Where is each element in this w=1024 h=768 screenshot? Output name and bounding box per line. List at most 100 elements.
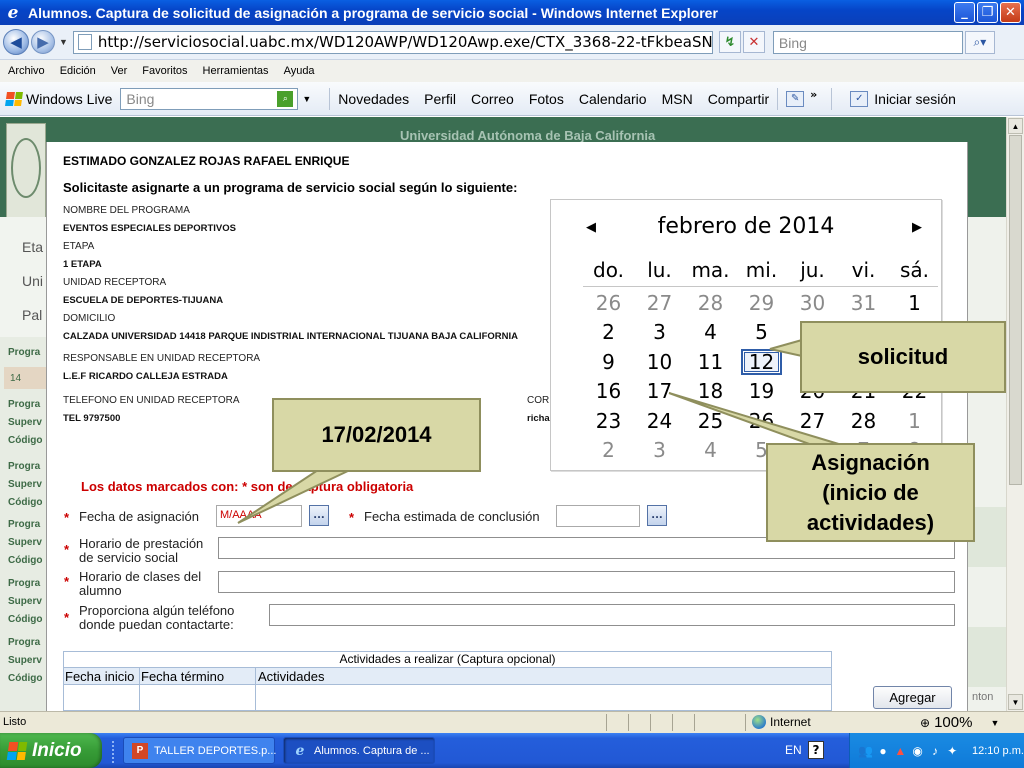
search-input[interactable]: Bing	[772, 30, 963, 54]
calendar-day-selected[interactable]: 12	[741, 349, 782, 375]
next-month-icon[interactable]: ▶	[909, 218, 925, 236]
live-search-input[interactable]: Bing ⌕	[120, 87, 299, 110]
conclusion-date-input[interactable]	[556, 505, 640, 527]
program-name-label: NOMBRE DEL PROGRAMA	[63, 205, 190, 216]
restore-button[interactable]: ❐	[977, 2, 998, 23]
calendar-day[interactable]: 29	[736, 288, 787, 318]
live-search-dropdown-icon[interactable]: ▼	[302, 94, 311, 104]
calendar-day[interactable]: 30	[787, 288, 838, 318]
menu-archivo[interactable]: Archivo	[8, 65, 45, 77]
calendar-day[interactable]: 4	[685, 318, 736, 348]
back-button[interactable]: ◀	[3, 29, 29, 55]
calendar-day[interactable]: 18	[685, 377, 736, 407]
calendar-day[interactable]: 10	[634, 347, 685, 377]
calendar-day[interactable]: 26	[583, 288, 634, 318]
calendar-day[interactable]: 5	[736, 318, 787, 348]
scroll-down-icon[interactable]: ▼	[1008, 694, 1023, 710]
start-button[interactable]: Inicio	[0, 733, 102, 768]
security-alert-icon[interactable]: ▲	[893, 743, 908, 759]
link-correo[interactable]: Correo	[471, 91, 514, 107]
calendar-day[interactable]: 27	[634, 288, 685, 318]
antivirus-icon[interactable]: ◉	[910, 743, 925, 759]
share-icon[interactable]: ✎	[786, 90, 805, 107]
live-search-go-icon[interactable]: ⌕	[277, 90, 294, 107]
assignment-date-picker-button[interactable]: ...	[309, 505, 329, 526]
history-dropdown-icon[interactable]: ▼	[59, 37, 68, 47]
more-chevron-icon[interactable]: »	[810, 88, 817, 101]
calendar-day[interactable]: 27	[787, 406, 838, 436]
calendar-day[interactable]: 3	[634, 318, 685, 348]
taskbar-item-powerpoint[interactable]: P TALLER DEPORTES.p...	[123, 737, 276, 764]
calendar-day[interactable]: 19	[736, 377, 787, 407]
calendar-day[interactable]: 26	[736, 406, 787, 436]
close-button[interactable]: ✕	[1000, 2, 1021, 23]
list-item: Superv	[8, 655, 42, 666]
vertical-scrollbar[interactable]: ▲ ▼	[1006, 117, 1024, 711]
scroll-thumb[interactable]	[1009, 135, 1022, 485]
assignment-date-input[interactable]: M/AAAA	[216, 505, 302, 527]
volume-icon[interactable]: ♪	[927, 743, 942, 759]
updates-icon[interactable]: ✦	[945, 743, 960, 759]
calendar-day[interactable]: 17	[634, 377, 685, 407]
forward-button[interactable]: ▶	[31, 30, 55, 54]
scroll-up-icon[interactable]: ▲	[1008, 118, 1023, 134]
calendar-day[interactable]: 1	[889, 406, 940, 436]
asignacion-callout-line: actividades)	[806, 509, 935, 535]
link-fotos[interactable]: Fotos	[529, 91, 564, 107]
calendar-day[interactable]: 28	[838, 406, 889, 436]
calendar-day[interactable]: 24	[634, 406, 685, 436]
menu-herramientas[interactable]: Herramientas	[203, 65, 269, 77]
link-calendario[interactable]: Calendario	[579, 91, 647, 107]
calendar-day[interactable]: 2	[583, 436, 634, 466]
calendar-day[interactable]: 31	[838, 288, 889, 318]
calendar-day[interactable]: 28	[685, 288, 736, 318]
menu-edicion[interactable]: Edición	[60, 65, 96, 77]
menu-ayuda[interactable]: Ayuda	[284, 65, 315, 77]
menu-favoritos[interactable]: Favoritos	[142, 65, 187, 77]
zoom-dropdown-icon[interactable]: ▼	[990, 718, 999, 728]
window-titlebar[interactable]: e Alumnos. Captura de solicitud de asign…	[0, 0, 1024, 25]
network-users-icon[interactable]: 👥	[858, 743, 873, 759]
calendar-day[interactable]: 3	[634, 436, 685, 466]
calendar-day[interactable]: 2	[583, 318, 634, 348]
stop-button[interactable]: ✕	[742, 31, 765, 53]
search-button[interactable]: ⌕▾	[964, 30, 995, 54]
conclusion-date-picker-button[interactable]: ...	[647, 505, 667, 526]
help-icon[interactable]: ?	[808, 741, 824, 759]
link-msn[interactable]: MSN	[662, 91, 693, 107]
language-indicator[interactable]: EN	[785, 743, 802, 757]
list-item: Código	[8, 497, 43, 508]
calendar-day[interactable]: 16	[583, 377, 634, 407]
windows-live-brand[interactable]: Windows Live	[5, 91, 112, 107]
messenger-icon[interactable]: ●	[875, 743, 890, 759]
add-activity-button[interactable]: Agregar	[873, 686, 952, 709]
refresh-button[interactable]: ↯	[718, 31, 741, 53]
calendar-day[interactable]: 11	[685, 347, 736, 377]
taskbar-item-internet-explorer[interactable]: e Alumnos. Captura de ...	[283, 737, 435, 764]
security-zone[interactable]: Internet	[752, 715, 811, 729]
link-perfil[interactable]: Perfil	[424, 91, 456, 107]
window-controls: _ ❐ ✕	[954, 2, 1021, 23]
bg-label: Pal	[22, 307, 43, 323]
link-compartir[interactable]: Compartir	[708, 91, 769, 107]
calendar-day[interactable]: 23	[583, 406, 634, 436]
calendar-day[interactable]: 25	[685, 406, 736, 436]
date-callout: 17/02/2014	[272, 398, 481, 472]
sign-in-button[interactable]: ✓ Iniciar sesión	[850, 90, 956, 107]
menu-ver[interactable]: Ver	[111, 65, 128, 77]
prev-month-icon[interactable]: ◀	[583, 218, 599, 236]
zoom-control[interactable]: ⊕ 100% ▼	[920, 714, 999, 731]
conclusion-date-label: Fecha estimada de conclusión	[364, 509, 540, 524]
back-arrow-icon: ◀	[10, 33, 22, 51]
calendar-header: febrero de 2014 ◀ ▶	[551, 214, 941, 244]
address-input[interactable]: http://serviciosocial.uabc.mx/WD120AWP/W…	[72, 30, 713, 54]
calendar-day[interactable]: 4	[685, 436, 736, 466]
contact-phone-input[interactable]	[269, 604, 955, 626]
calendar-day[interactable]: 1	[889, 288, 940, 318]
class-schedule-input[interactable]	[218, 571, 955, 593]
address-label: DOMICILIO	[63, 313, 116, 324]
bg-band	[968, 627, 1006, 687]
calendar-day[interactable]: 9	[583, 347, 634, 377]
minimize-button[interactable]: _	[954, 2, 975, 23]
link-novedades[interactable]: Novedades	[338, 91, 409, 107]
